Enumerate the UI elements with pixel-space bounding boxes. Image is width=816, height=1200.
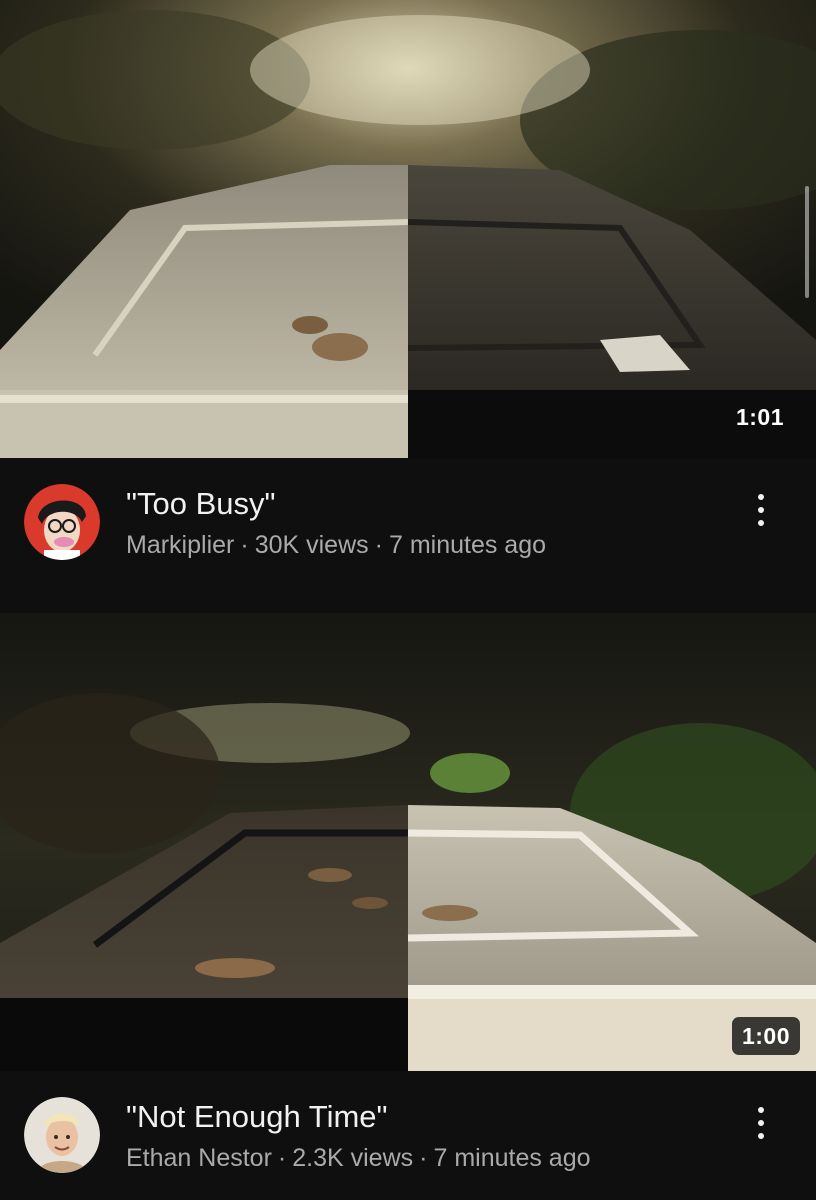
view-count: 30K views bbox=[254, 531, 369, 559]
markiplier-avatar-icon[interactable] bbox=[24, 484, 100, 560]
video-feed: 1:01 "Too Busy" Markiplier · 30K views · 7 m… bbox=[0, 0, 816, 1200]
separator-dot: · bbox=[277, 1144, 287, 1172]
ethan-avatar-icon[interactable] bbox=[24, 1097, 100, 1173]
more-options-icon[interactable] bbox=[746, 1103, 776, 1143]
separator-dot: · bbox=[374, 531, 383, 559]
video-thumbnail[interactable]: 1:01 bbox=[0, 0, 816, 458]
separator-dot: · bbox=[240, 531, 249, 559]
channel-name[interactable]: Ethan Nestor bbox=[126, 1144, 272, 1172]
coffin-thumbnail-image bbox=[0, 0, 816, 458]
video-subline: Markiplier · 30K views · 7 minutes ago bbox=[126, 531, 546, 560]
separator-dot: · bbox=[419, 1144, 428, 1172]
more-options-icon[interactable] bbox=[746, 490, 776, 530]
coffin-thumbnail-image bbox=[0, 613, 816, 1071]
video-meta-row[interactable]: "Not Enough Time" Ethan Nestor · 2.3K view… bbox=[0, 1071, 816, 1200]
channel-name[interactable]: Markiplier bbox=[126, 531, 234, 559]
view-count: 2.3K views bbox=[292, 1144, 414, 1172]
video-duration: 1:01 bbox=[735, 404, 784, 430]
video-title[interactable]: "Too Busy" bbox=[126, 486, 276, 522]
upload-age: 7 minutes ago bbox=[388, 531, 547, 559]
video-duration: 1:00 bbox=[731, 1017, 800, 1055]
video-meta-row[interactable]: "Too Busy" Markiplier · 30K views · 7 minute… bbox=[0, 458, 816, 608]
upload-age: 7 minutes ago bbox=[433, 1144, 591, 1172]
video-title[interactable]: "Not Enough Time" bbox=[126, 1099, 388, 1135]
video-subline: Ethan Nestor · 2.3K views · 7 minutes ago bbox=[126, 1144, 591, 1173]
scrollbar[interactable] bbox=[805, 186, 809, 298]
video-thumbnail[interactable]: 1:00 bbox=[0, 613, 816, 1071]
